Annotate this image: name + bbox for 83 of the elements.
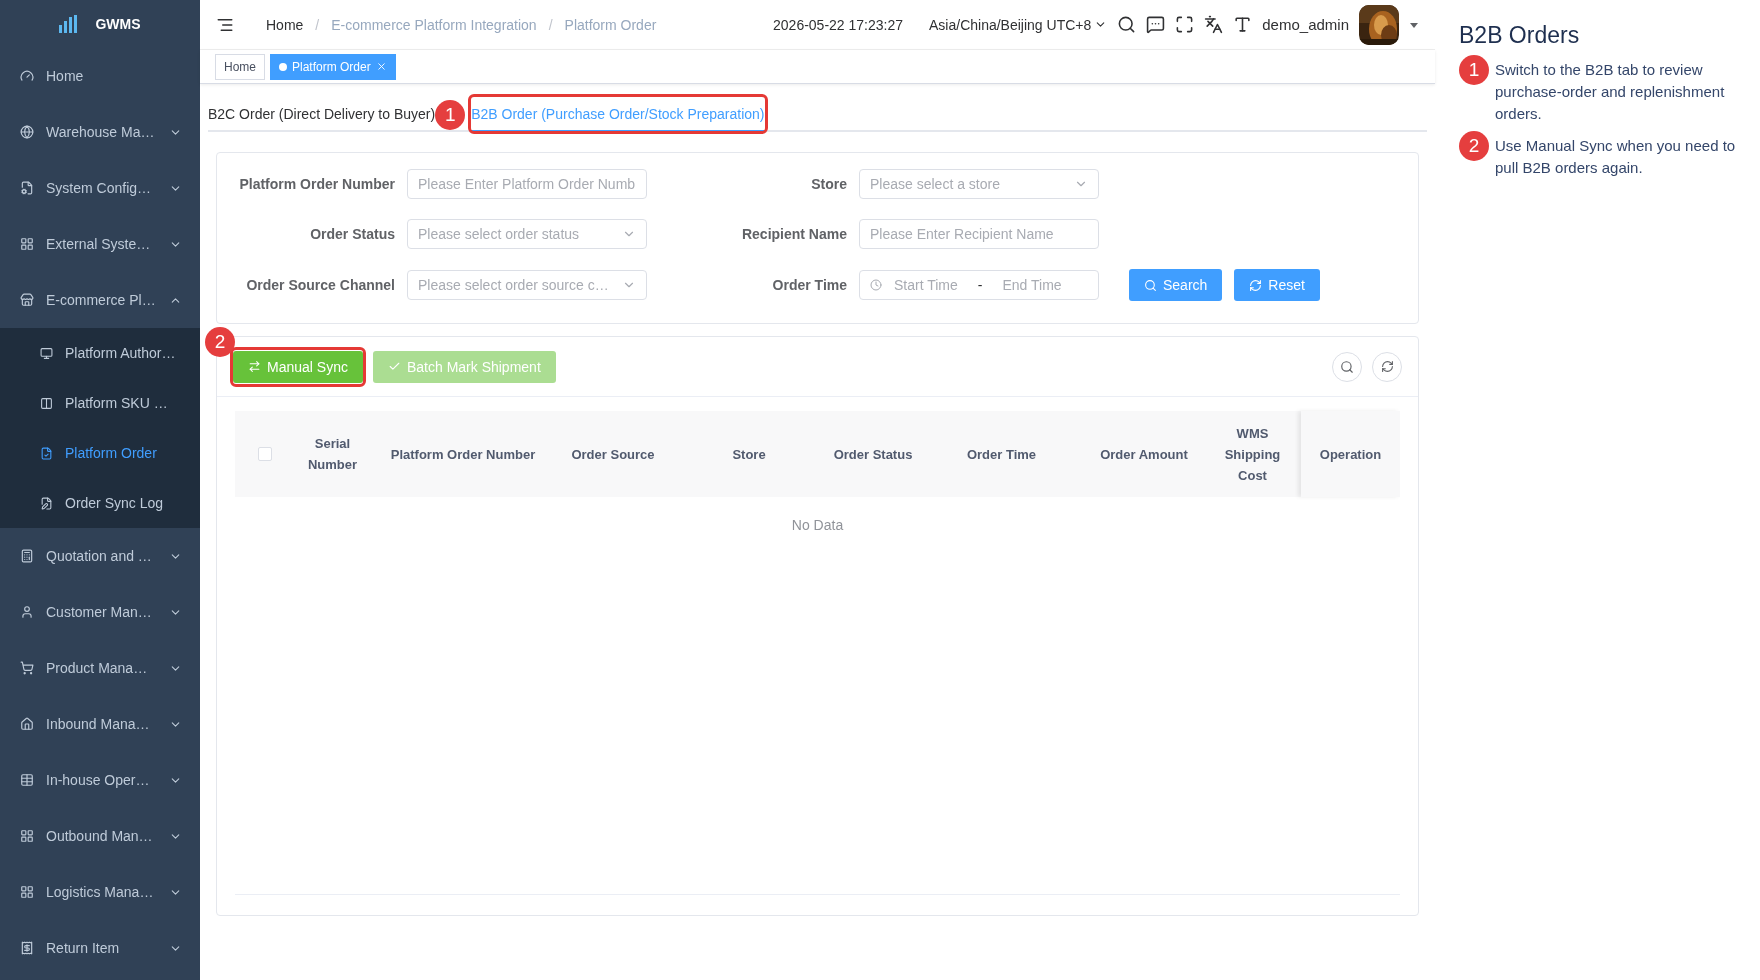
submenu-item[interactable]: Order Sync Log [0,478,200,528]
sidebar-item[interactable]: External Syste… [0,216,200,272]
step-text: Use Manual Sync when you need to pull B2B orders again. [1495,136,1737,178]
column-header: Order Time [965,445,1038,464]
input-field[interactable]: Please Enter Platform Order Numb [407,169,647,199]
globe-icon [20,125,34,139]
clock-icon [870,279,882,291]
breadcrumb-separator: / [315,16,320,33]
column-header: Store [731,445,767,464]
tab[interactable]: B2C Order (Direct Delivery to Buyer) [208,98,436,132]
dot-icon [279,62,287,71]
submenu-item[interactable]: Platform Author… [0,328,200,378]
sidebar-item[interactable]: Customer Man… [0,584,200,640]
input-field[interactable]: Please Enter Recipient Name [859,219,1099,249]
refresh-icon [1249,278,1263,292]
sidebar-item[interactable]: Home [0,48,200,104]
font-size-icon[interactable] [1233,15,1253,34]
sidebar-item[interactable]: Outbound Man… [0,808,200,864]
checkbox[interactable] [257,447,272,461]
field-label: Order Source Channel [245,277,395,293]
receipt-icon [20,941,34,955]
sidebar-item[interactable]: Warehouse Ma… [0,104,200,160]
breadcrumb-link[interactable]: Home [266,16,304,33]
app-name: GWMS [95,16,141,32]
page-tag[interactable]: Home [215,53,265,80]
field-label: Order Time [771,277,847,293]
breadcrumb-separator: / [548,16,553,33]
store-icon [20,293,34,307]
calculator-icon [20,549,34,563]
empty-text: No Data [790,516,845,535]
field-label: Recipient Name [740,226,847,242]
date-range-field[interactable]: Start Time - End Time [859,270,1099,300]
column-header: Order Status [832,445,914,464]
monitor-icon [40,346,53,360]
step-text: Switch to the B2B tab to review purchase-order and replenishment orders. [1495,60,1726,124]
document-icon [20,181,34,195]
chat-icon[interactable] [1146,15,1166,34]
close-icon [375,61,387,72]
column-header: Order Source [570,445,656,464]
submenu-item[interactable]: Platform Order [0,428,200,478]
username[interactable]: demo_admin [1262,16,1349,33]
step-badge: 2 [205,326,235,357]
edit-icon [40,496,53,510]
field-label: Order Status [309,226,395,242]
grid-icon [20,885,34,899]
sidebar-item[interactable]: E-commerce Pl… [0,272,200,328]
grid-icon [20,237,34,251]
grid-icon [20,829,34,843]
sidebar-item[interactable]: Logistics Mana… [0,864,200,920]
user-icon [20,605,34,619]
sidebar-item[interactable]: Quotation and … [0,528,200,584]
check-icon [387,360,401,373]
search-icon[interactable] [1117,15,1137,34]
step-badge: 1 [1459,55,1489,85]
step-badge: 2 [1459,131,1489,161]
arrows-icon [248,360,261,373]
panel-title: B2B Orders [1459,22,1581,49]
sidebar-item[interactable]: Return Item [0,920,200,976]
gauge-icon [20,69,34,83]
table-icon [20,773,34,787]
submenu-item[interactable]: Platform SKU … [0,378,200,428]
cart-icon [20,661,34,675]
column-header: WMS Shipping Cost [1223,424,1282,485]
field-label: Store [810,176,847,192]
refresh-icon[interactable] [1372,351,1402,382]
column-header: Platform Order Number [389,445,537,464]
search-icon [1144,278,1157,292]
sidebar-item[interactable]: Product Mana… [0,640,200,696]
column-header: Operation [1301,411,1400,497]
fullscreen-icon[interactable] [1175,15,1195,34]
sidebar-item[interactable]: System Config… [0,160,200,216]
column-header: Serial Number [306,435,359,474]
columns-icon [40,396,53,410]
timezone-select[interactable]: Asia/China/Beijing UTC+8 [929,16,1108,33]
datetime: 2026-05-22 17:23:27 [773,16,904,33]
sidebar-item[interactable]: Inbound Mana… [0,696,200,752]
step-badge: 1 [435,100,466,130]
translate-icon[interactable] [1204,15,1224,34]
column-header: Order Amount [1099,445,1189,464]
house-icon [20,717,34,731]
document-icon [40,446,53,460]
field-label: Platform Order Number [238,176,395,192]
sidebar-item[interactable]: In-house Oper… [0,752,200,808]
